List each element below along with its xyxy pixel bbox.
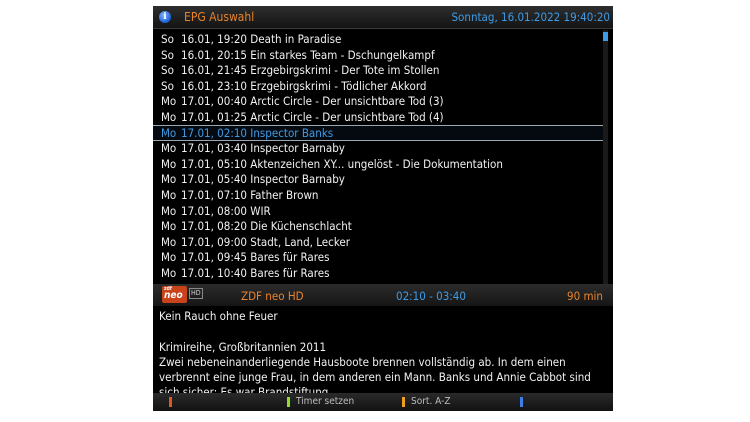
epg-row[interactable]: Mo 17.01, 07:10 Father Brown (153, 187, 605, 202)
epg-row-day: Mo (161, 94, 177, 109)
epg-row-day: So (161, 78, 174, 93)
scrollbar-thumb[interactable] (603, 32, 608, 41)
window-title: EPG Auswahl (184, 10, 255, 24)
yellow-key-button[interactable] (402, 397, 405, 407)
epg-row-day: So (161, 47, 174, 62)
epg-row[interactable]: Mo 17.01, 09:00 Stadt, Land, Lecker (153, 234, 605, 249)
epg-row[interactable]: Mo 17.01, 01:25 Arctic Circle - Der unsic… (153, 109, 605, 124)
epg-row-datetime-title: 17.01, 01:25 Arctic Circle - Der unsicht… (181, 110, 444, 124)
channel-info-bar: zdf neo HD ZDF neo HD 02:10 - 03:40 90 m… (153, 284, 613, 306)
clock: Sonntag, 16.01.2022 19:40:20 (451, 10, 610, 24)
epg-row-datetime-title: 17.01, 03:40 Inspector Barnaby (181, 141, 345, 156)
header-bar: i EPG Auswahl Sonntag, 16.01.2022 19:40:… (153, 6, 613, 29)
epg-row-day: Mo (161, 125, 177, 140)
info-icon: i (159, 11, 171, 23)
epg-row[interactable]: So 16.01, 20:15 Ein starkes Team - Dschun… (153, 47, 605, 62)
epg-row-day: Mo (161, 172, 177, 187)
epg-row[interactable]: So 16.01, 23:10 Erzgebirgskrimi - Tödlich… (153, 78, 605, 93)
channel-logo: zdf neo (162, 286, 187, 303)
epg-row-datetime-title: 17.01, 08:00 WIR (181, 203, 271, 218)
epg-row-datetime-title: 17.01, 02:10 Inspector Banks (181, 125, 334, 140)
epg-row-datetime-title: 16.01, 19:20 Death in Paradise (181, 32, 342, 46)
epg-row[interactable]: So 16.01, 19:20 Death in Paradise (153, 31, 605, 46)
blue-key-button[interactable] (520, 397, 523, 407)
epg-row[interactable]: Mo 17.01, 05:40 Inspector Barnaby (153, 171, 605, 186)
epg-event-list: So 16.01, 19:20 Death in Paradise So 16.01,… (153, 31, 613, 284)
epg-row[interactable]: So 16.01, 21:45 Erzgebirgskrimi - Der Tot… (153, 62, 605, 77)
epg-row[interactable]: Mo 17.01, 05:10 Aktenzeichen XY... ungelö… (153, 156, 605, 171)
epg-row-datetime-title: 17.01, 00:40 Arctic Circle - Der unsicht… (181, 94, 444, 109)
epg-row[interactable]: Mo 17.01, 03:40 Inspector Barnaby (153, 140, 605, 155)
epg-row-day: Mo (161, 219, 177, 234)
epg-window: i EPG Auswahl Sonntag, 16.01.2022 19:40:… (153, 6, 613, 411)
epg-row-day: So (161, 63, 174, 78)
channel-logo-main-text: neo (164, 290, 183, 301)
epg-row-datetime-title: 17.01, 09:00 Stadt, Land, Lecker (181, 234, 351, 249)
epg-row[interactable]: Mo 17.01, 09:45 Bares für Rares (153, 249, 605, 264)
epg-row-datetime-title: 17.01, 09:45 Bares für Rares (181, 250, 330, 265)
epg-row-datetime-title: 17.01, 05:40 Inspector Barnaby (181, 172, 345, 187)
epg-row[interactable]: Mo 17.01, 08:00 WIR (153, 203, 605, 218)
epg-row-day: Mo (161, 141, 177, 156)
scrollbar[interactable] (603, 30, 608, 284)
epg-row[interactable]: Mo 17.01, 08:20 Die Küchenschlacht (153, 218, 605, 233)
color-key-bar: Timer setzen Sort. A-Z (153, 393, 613, 411)
epg-row-datetime-title: 17.01, 08:20 Die Küchenschlacht (181, 219, 352, 234)
epg-row-datetime-title: 16.01, 21:45 Erzgebirgskrimi - Der Tote … (181, 63, 440, 78)
epg-row-selected[interactable]: Mo 17.01, 02:10 Inspector Banks (153, 124, 605, 141)
epg-row-day: Mo (161, 156, 177, 171)
epg-row-datetime-title: 17.01, 10:40 Bares für Rares (181, 266, 330, 280)
epg-row-day: Mo (161, 250, 177, 265)
hd-badge: HD (189, 288, 203, 299)
epg-row[interactable]: Mo 17.01, 00:40 Arctic Circle - Der unsic… (153, 93, 605, 108)
epg-row-datetime-title: 16.01, 23:10 Erzgebirgskrimi - Tödlicher… (181, 78, 427, 93)
epg-row-day: Mo (161, 203, 177, 218)
event-genre: Krimireihe, Großbritannien 2011 (159, 340, 327, 354)
epg-row-day: Mo (161, 234, 177, 249)
epg-row-datetime-title: 16.01, 20:15 Ein starkes Team - Dschunge… (181, 47, 435, 62)
epg-row[interactable]: Mo 17.01, 10:40 Bares für Rares (153, 265, 605, 280)
event-time-range: 02:10 - 03:40 (396, 289, 466, 303)
red-key-button[interactable] (169, 397, 172, 407)
epg-row-day: Mo (161, 110, 177, 124)
epg-row-day: Mo (161, 188, 177, 202)
event-duration: 90 min (567, 289, 603, 303)
epg-row-day: Mo (161, 266, 177, 280)
epg-row-datetime-title: 17.01, 05:10 Aktenzeichen XY... ungelöst… (181, 156, 503, 171)
green-key-button[interactable] (287, 397, 290, 407)
channel-name: ZDF neo HD (241, 289, 304, 303)
green-key-label: Timer setzen (296, 396, 355, 407)
event-title: Kein Rauch ohne Feuer (159, 309, 278, 323)
epg-row-day: So (161, 32, 174, 46)
epg-row-datetime-title: 17.01, 07:10 Father Brown (181, 188, 319, 202)
yellow-key-label: Sort. A-Z (411, 396, 451, 407)
